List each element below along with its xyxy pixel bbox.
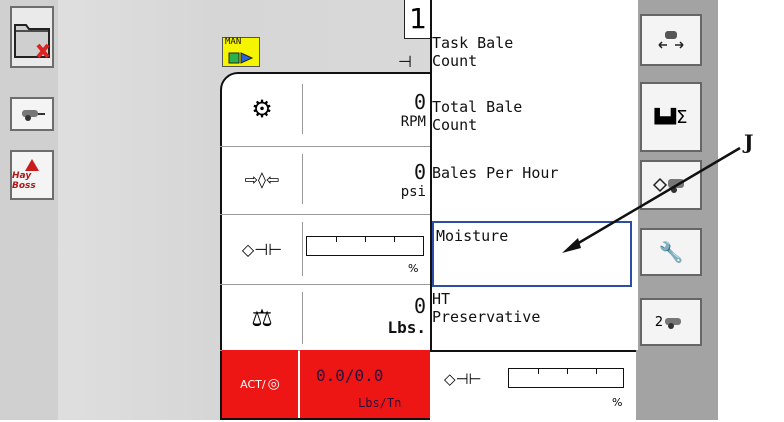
weight-unit: Lbs. xyxy=(387,318,426,337)
menu-label: Count xyxy=(432,52,478,70)
hayboss-label: Hay Boss xyxy=(12,171,36,191)
target-icon: ◎ xyxy=(267,376,280,392)
bar-tick xyxy=(538,369,539,374)
menu-item-task-bale-count[interactable]: Task Bale Count xyxy=(432,34,632,74)
moisture-level-bar xyxy=(306,236,424,256)
pressure-icon-cell: ⇨◊⇦ xyxy=(222,154,303,204)
moisture-unit: % xyxy=(408,262,419,275)
pressure-unit: psi xyxy=(400,184,426,200)
man-label: MAN xyxy=(225,37,242,47)
hayboss-logo-icon xyxy=(25,159,39,171)
menu-label: Count xyxy=(432,116,478,134)
bales-icon: ▙▟ xyxy=(654,109,677,125)
moisture-icon-cell: ◇⊣⊢ xyxy=(222,222,303,276)
rpm-value-cell: 0 RPM xyxy=(306,90,426,130)
baler-small-icon xyxy=(665,318,682,329)
hayboss-button[interactable]: Hay Boss xyxy=(10,150,54,200)
actuator-status-cell[interactable]: ACT/ ◎ xyxy=(222,350,298,418)
pressure-value-cell: 0 psi xyxy=(306,160,426,200)
bar-tick xyxy=(365,237,366,242)
bar-tick xyxy=(567,369,568,374)
screen-number: 1 xyxy=(404,0,432,39)
rpm-unit: RPM xyxy=(400,114,426,130)
rpm-value: 0 xyxy=(413,90,426,114)
bar-tick xyxy=(394,237,395,242)
bale-direction-button[interactable] xyxy=(640,14,702,66)
callout-arrow-icon xyxy=(562,146,741,253)
bale-arrows-icon xyxy=(658,31,684,49)
close-folder-button[interactable] xyxy=(10,6,54,68)
application-rate-value: 0.0/0.0 xyxy=(316,366,384,385)
moisture-sensor-icon: ◇⊣⊢ xyxy=(444,370,482,388)
mode-arrow-icon xyxy=(228,52,254,64)
scale-icon: ⚖ xyxy=(251,304,273,332)
menu-label: Preservative xyxy=(432,308,541,326)
secondary-baler-button[interactable]: 2 xyxy=(640,298,702,346)
application-rate-cell: 0.0/0.0 Lbs/Tn xyxy=(300,350,430,418)
moisture-sensor-icon: ◇⊣⊢ xyxy=(241,239,283,259)
pressure-value: 0 xyxy=(413,160,426,184)
menu-label: HT xyxy=(432,290,451,308)
page-number-label: 2 xyxy=(654,314,664,330)
menu-label: Total Bale xyxy=(432,98,523,116)
baler-button[interactable] xyxy=(10,97,54,131)
bottom-moisture-bar xyxy=(508,368,624,388)
weight-value: 0 xyxy=(413,294,426,318)
sigma-icon: Σ xyxy=(676,106,688,128)
manual-mode-indicator: MAN xyxy=(222,37,260,67)
menu-item-total-bale-count[interactable]: Total Bale Count xyxy=(432,98,632,138)
rpm-icon-cell: ⚙ xyxy=(222,84,303,134)
bottom-bar-unit: % xyxy=(612,396,623,409)
menu-item-ht-preservative[interactable]: HT Preservative xyxy=(432,290,632,336)
folder-delete-icon xyxy=(14,24,50,59)
menu-label: Task Bale xyxy=(432,34,514,52)
bar-tick xyxy=(596,369,597,374)
baler-icon xyxy=(22,110,45,121)
pressure-icon: ⇨◊⇦ xyxy=(244,169,280,189)
gear-rpm-icon: ⚙ xyxy=(251,95,273,123)
arrow-left-icon: ⊣ xyxy=(398,52,412,71)
bar-tick xyxy=(336,237,337,242)
weight-value-cell: 0 Lbs. xyxy=(306,294,426,337)
actuator-label: ACT/ xyxy=(240,377,266,391)
weight-icon-cell: ⚖ xyxy=(222,292,303,344)
application-rate-unit: Lbs/Tn xyxy=(358,396,402,410)
